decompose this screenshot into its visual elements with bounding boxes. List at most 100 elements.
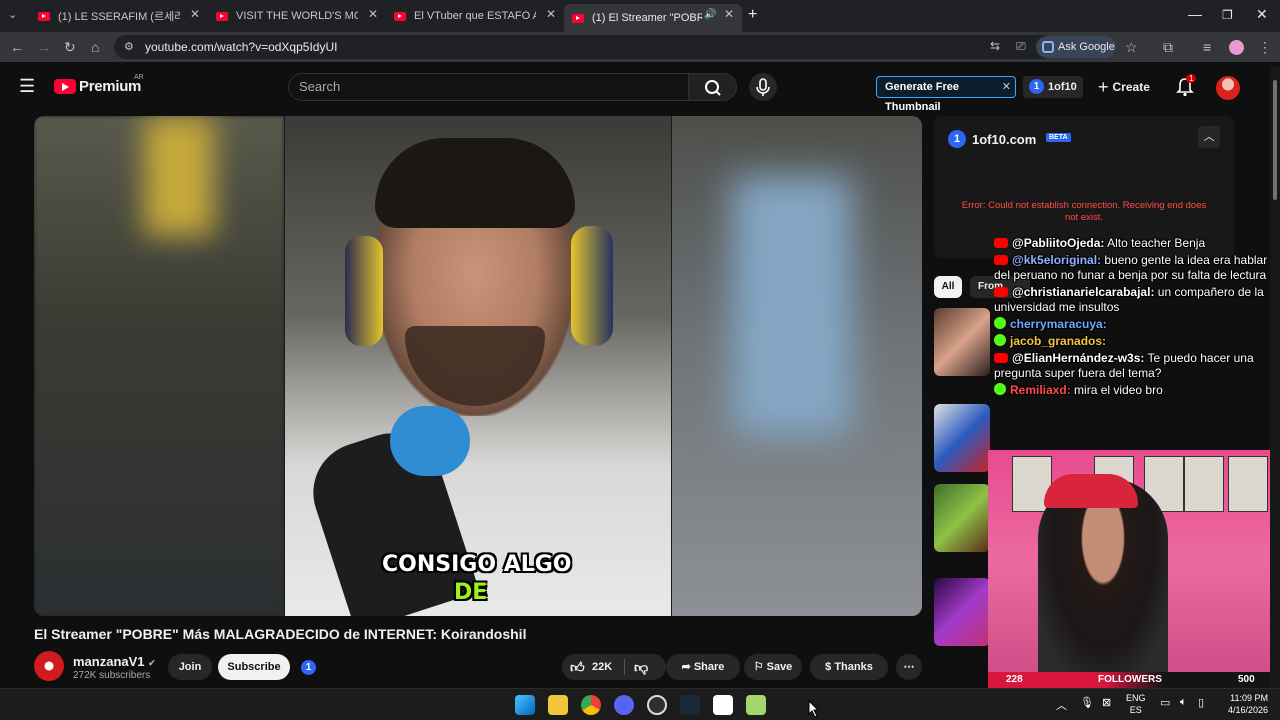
home-icon[interactable]: ⌂ xyxy=(91,39,99,55)
search-input[interactable]: Search xyxy=(288,73,688,101)
chat-message: @PabliitoOjeda: Alto teacher Benja xyxy=(994,236,1280,251)
headphone-right xyxy=(571,226,613,346)
bookmark-icon: ⚐ xyxy=(753,661,767,673)
profile-avatar[interactable] xyxy=(1229,40,1244,55)
dislike-icon[interactable]: 👎︎ xyxy=(634,654,648,680)
kick-chat-icon xyxy=(994,383,1006,395)
extension-error-text: Error: Could not establish connection. R… xyxy=(961,200,1207,223)
file-explorer-icon[interactable] xyxy=(548,695,568,715)
subscribe-button[interactable]: Subscribe xyxy=(218,654,290,680)
video-blur-left xyxy=(34,116,284,616)
share-button[interactable]: ➦ Share xyxy=(666,654,740,680)
discord-icon[interactable] xyxy=(614,695,634,715)
steam-icon[interactable] xyxy=(680,695,700,715)
recommended-thumbnail[interactable] xyxy=(934,404,990,472)
video-blur-right xyxy=(672,116,922,616)
youtube-premium-logo[interactable]: Premium AR xyxy=(54,74,144,95)
thanks-button[interactable]: $ Thanks xyxy=(810,654,888,680)
new-tab-button[interactable]: + xyxy=(748,6,757,24)
oneof10-score-icon[interactable]: 1 xyxy=(301,660,316,675)
app-icon[interactable] xyxy=(746,695,766,715)
voice-search-button[interactable] xyxy=(749,73,777,101)
headphone-left xyxy=(345,236,383,346)
url-text: youtube.com/watch?v=odXqp5IdyUI xyxy=(145,40,338,54)
page-scrollbar[interactable] xyxy=(1270,66,1280,688)
youtube-chat-icon xyxy=(994,353,1008,363)
windows-start-icon[interactable] xyxy=(515,695,535,715)
obs-icon[interactable] xyxy=(647,695,667,715)
like-icon[interactable]: 👍︎ xyxy=(570,654,585,680)
channel-avatar[interactable] xyxy=(34,651,64,681)
hamburger-menu-icon[interactable]: ☰ xyxy=(19,76,35,97)
tab-vtuber[interactable]: El VTuber que ESTAFÓ A LA ÉLITE ✕ xyxy=(386,4,564,28)
recommended-thumbnail[interactable] xyxy=(934,308,990,376)
like-dislike-group: 👍︎ 22K 👎︎ xyxy=(562,654,666,680)
account-avatar[interactable] xyxy=(1216,76,1240,100)
chat-message: cherrymaracuya: xyxy=(994,317,1280,332)
tray-app-icon[interactable]: ⊠ xyxy=(1102,696,1111,709)
restore-icon[interactable]: ❐ xyxy=(1222,8,1233,22)
ask-google-button[interactable]: Ask Google xyxy=(1036,36,1116,58)
extension-name: 1of10.com xyxy=(972,132,1037,147)
audio-playing-icon[interactable]: 🔊 xyxy=(704,9,716,20)
video-player[interactable]: CONSIGO ALGO DE xyxy=(34,116,922,616)
tab-visit-world[interactable]: VISIT THE WORLD'S MOST HUMBLE ✕ xyxy=(208,4,386,28)
oneof10-logo-icon: 1 xyxy=(1029,79,1044,94)
close-tab-icon[interactable]: ✕ xyxy=(190,7,200,21)
extensions-icon[interactable]: ⧉ xyxy=(1163,39,1173,56)
chat-message: jacob_granados: xyxy=(994,334,1280,349)
media-control-icon[interactable]: ≡ xyxy=(1203,39,1211,55)
generate-thumbnail-button[interactable]: Generate Free Thumbnail ✕ xyxy=(876,76,1016,113)
cast-icon[interactable]: ⎚ xyxy=(1016,39,1026,54)
browser-tab-strip: ⌄ (1) LE SSERAFIM (르세라핌) 'HOT' ✕ VISIT T… xyxy=(0,0,1280,32)
streamer-webcam xyxy=(988,450,1280,672)
create-button[interactable]: + Create xyxy=(1098,76,1150,98)
translate-icon[interactable]: ⇆ xyxy=(990,39,1000,53)
system-clock[interactable]: 11:09 PM 4/16/2026 xyxy=(1220,692,1268,716)
volume-icon[interactable]: 🔈︎ xyxy=(1180,696,1187,709)
chrome-icon[interactable] xyxy=(581,695,601,715)
close-tab-icon[interactable]: ✕ xyxy=(368,7,378,21)
input-language[interactable]: ENG ES xyxy=(1126,692,1146,716)
close-tab-icon[interactable]: ✕ xyxy=(546,7,556,21)
more-actions-button[interactable]: ⋯ xyxy=(896,654,922,680)
oneof10-button[interactable]: 1 1of10 xyxy=(1023,76,1083,98)
like-count[interactable]: 22K xyxy=(592,654,612,680)
oneof10-logo-icon: 1 xyxy=(948,130,966,148)
kick-chat-icon xyxy=(994,334,1006,346)
menu-kebab-icon[interactable]: ⋮ xyxy=(1258,39,1272,56)
close-tab-icon[interactable]: ✕ xyxy=(724,7,734,21)
bookmark-star-icon[interactable]: ☆ xyxy=(1125,39,1138,56)
forward-icon[interactable]: → xyxy=(37,39,51,55)
chat-message: @ElianHernández-w3s: Te puedo hacer una … xyxy=(994,351,1254,380)
notion-icon[interactable] xyxy=(713,695,733,715)
collapse-chevron-icon[interactable]: ︿ xyxy=(1198,126,1220,148)
recommended-thumbnail[interactable] xyxy=(934,578,990,646)
reload-icon[interactable]: ↻ xyxy=(64,39,76,56)
close-window-icon[interactable]: ✕ xyxy=(1256,6,1268,23)
youtube-favicon-icon xyxy=(572,13,584,23)
battery-icon[interactable]: ▯ xyxy=(1198,696,1204,709)
browser-toolbar: ← → ↻ ⌂ ⚙ youtube.com/watch?v=odXqp5IdyU… xyxy=(0,32,1280,62)
close-icon[interactable]: ✕ xyxy=(1002,77,1011,97)
microphone-tray-icon[interactable]: 🎙︎ xyxy=(1080,696,1094,709)
address-bar[interactable]: ⚙ youtube.com/watch?v=odXqp5IdyUI ⇆ ⎚ xyxy=(114,35,1054,59)
youtube-logo-icon xyxy=(54,79,76,94)
lens-icon xyxy=(1042,41,1054,53)
save-button[interactable]: ⚐ Save xyxy=(744,654,802,680)
youtube-favicon-icon xyxy=(394,11,406,21)
tab-current-video[interactable]: (1) El Streamer "POBRE" Más 🔊 ✕ xyxy=(564,4,742,32)
filter-chip-all[interactable]: All xyxy=(934,276,962,298)
join-button[interactable]: Join xyxy=(168,654,212,680)
site-info-icon[interactable]: ⚙ xyxy=(124,40,134,53)
tray-expand-icon[interactable]: ︿ xyxy=(1056,697,1067,713)
channel-name[interactable]: manzanaV1 ✔ xyxy=(73,654,156,669)
thanks-icon: $ xyxy=(825,661,835,673)
tab-search-icon[interactable]: ⌄ xyxy=(8,8,17,21)
back-icon[interactable]: ← xyxy=(10,39,24,55)
minimize-icon[interactable]: — xyxy=(1188,6,1202,22)
recommended-thumbnail[interactable] xyxy=(934,484,990,552)
search-button[interactable] xyxy=(688,73,737,101)
tab-le-sserafim[interactable]: (1) LE SSERAFIM (르세라핌) 'HOT' ✕ xyxy=(30,4,208,28)
network-icon[interactable]: ▭ xyxy=(1160,696,1170,709)
